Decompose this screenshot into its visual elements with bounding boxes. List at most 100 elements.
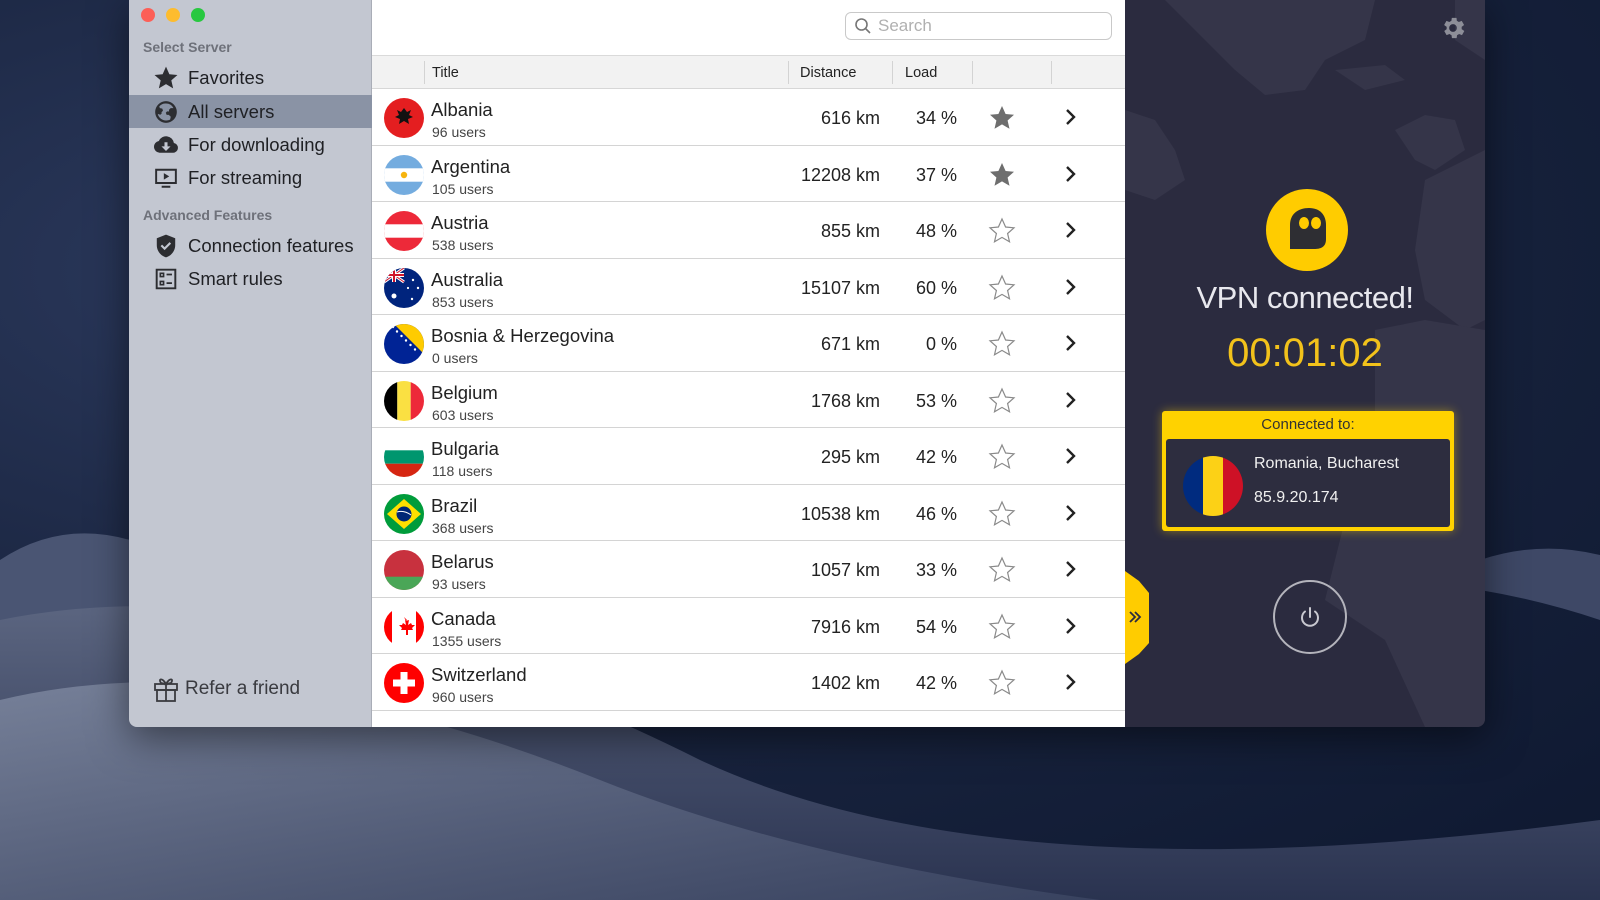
load-value: 53 % [915,390,957,411]
server-row[interactable]: Switzerland 960 users 1402 km 42 % [372,654,1125,711]
distance-value: 295 km [820,447,880,467]
table-header: Title Distance Load [372,56,1125,89]
server-row[interactable]: Brazil 368 users 10538 km 46 % [372,485,1125,541]
column-header-distance[interactable]: Distance [800,56,856,89]
double-chevron-right-icon [1125,571,1149,664]
country-name: Switzerland [431,664,527,685]
tv-play-icon [155,168,177,188]
star-filled-icon[interactable] [987,103,1017,133]
country-name: Australia [431,268,503,290]
load-value: 42 % [915,673,957,693]
chevron-right-icon[interactable] [1064,276,1078,298]
star-outline-icon[interactable] [987,555,1017,585]
star-outline-icon[interactable] [987,329,1017,359]
distance-value: 1057 km [810,560,880,580]
user-count: 853 users [432,293,494,310]
load-value: 54 % [915,616,957,637]
column-header-title[interactable]: Title [432,56,459,89]
chevron-right-icon[interactable] [1064,671,1078,693]
close-window-button[interactable] [141,8,155,22]
server-row[interactable]: Albania 96 users 616 km 34 % [372,89,1125,146]
server-list-panel: Title Distance Load Albania 96 users 616 k… [372,0,1125,727]
cyberghost-logo [1266,189,1348,271]
vpn-status-panel: VPN connected! 00:01:02 Connected to: Ro… [1125,0,1485,727]
collapse-panel-tab[interactable] [1125,571,1149,664]
column-header-load[interactable]: Load [905,56,937,89]
star-icon [154,66,178,88]
sidebar-item-label: Connection features [188,234,354,256]
star-outline-icon[interactable] [987,612,1017,642]
distance-value: 7916 km [810,616,880,637]
sidebar-item-favorites[interactable]: Favorites [129,61,372,94]
argentina-flag-icon [384,154,424,195]
server-row[interactable]: Bosnia & Herzegovina 0 users 671 km 0 % [372,315,1125,372]
chevron-right-icon[interactable] [1064,558,1078,580]
connection-timer: 00:01:02 [1227,331,1383,375]
star-outline-icon[interactable] [987,668,1017,698]
toolbar [372,0,1125,56]
sidebar-item-smart-rules[interactable]: Smart rules [129,262,372,295]
globe-icon [155,100,177,123]
star-outline-icon[interactable] [987,442,1017,472]
chevron-right-icon[interactable] [1064,163,1078,185]
connected-ip-address: 85.9.20.174 [1254,489,1339,506]
country-name: Brazil [431,494,478,516]
server-row[interactable]: Belarus 93 users 1057 km 33 % [372,541,1125,598]
chevron-right-icon[interactable] [1064,615,1078,637]
belarus-flag-icon [384,550,424,590]
star-outline-icon[interactable] [987,216,1017,246]
sidebar-item-all-servers[interactable]: All servers [129,95,372,128]
chevron-right-icon[interactable] [1064,389,1078,411]
distance-value: 671 km [820,334,880,354]
sidebar-item-label: For downloading [188,133,325,155]
window-controls [141,8,205,22]
chevron-right-icon[interactable] [1064,106,1078,128]
star-outline-icon[interactable] [987,273,1017,303]
albania-flag-icon [384,98,424,138]
server-row[interactable]: Australia 853 users 15107 km 60 % [372,259,1125,315]
user-count: 603 users [432,406,494,423]
sidebar-item-for-downloading[interactable]: For downloading [129,128,372,161]
star-outline-icon[interactable] [987,499,1017,529]
brazil-flag-icon [384,493,424,534]
distance-value: 10538 km [800,503,880,524]
distance-value: 1402 km [810,673,880,693]
country-name: Bulgaria [431,438,499,459]
server-row[interactable]: Belgium 603 users 1768 km 53 % [372,372,1125,428]
server-row[interactable]: Bulgaria 118 users 295 km 42 % [372,428,1125,485]
minimize-window-button[interactable] [166,8,180,22]
maximize-window-button[interactable] [191,8,205,22]
distance-value: 15107 km [800,277,880,298]
user-count: 93 users [432,576,486,592]
server-row[interactable]: Austria 538 users 855 km 48 % [372,202,1125,259]
load-value: 42 % [915,447,957,467]
chevron-right-icon[interactable] [1064,445,1078,467]
column-separator [788,61,789,84]
section-title-advanced-features: Advanced Features [143,207,273,223]
connected-to-card: Connected to: Romania, Bucharest 85.9.20… [1162,411,1454,531]
load-value: 33 % [915,560,957,580]
chevron-right-icon[interactable] [1064,502,1078,524]
load-value: 48 % [915,221,957,241]
sidebar-item-label: Smart rules [188,267,283,289]
star-outline-icon[interactable] [987,386,1017,416]
server-row[interactable]: Argentina 105 users 12208 km 37 % [372,146,1125,202]
user-count: 96 users [432,124,486,140]
sidebar-item-connection-features[interactable]: Connection features [129,229,372,262]
user-count: 118 users [432,463,493,479]
user-count: 105 users [432,180,494,197]
sidebar-item-for-streaming[interactable]: For streaming [129,161,372,194]
star-filled-icon[interactable] [987,160,1017,190]
bulgaria-flag-icon [384,437,424,477]
sidebar-item-label: Favorites [188,66,265,88]
server-row[interactable]: Canada 1355 users 7916 km 54 % [372,598,1125,654]
country-name: Belarus [431,551,494,572]
country-name: Bosnia & Herzegovina [431,325,615,346]
search-field[interactable] [845,12,1112,40]
chevron-right-icon[interactable] [1064,219,1078,241]
settings-button[interactable] [1439,14,1467,42]
chevron-right-icon[interactable] [1064,332,1078,354]
refer-a-friend-button[interactable]: Refer a friend [153,675,300,703]
disconnect-power-button[interactable] [1273,580,1347,654]
search-input[interactable] [878,16,1098,36]
